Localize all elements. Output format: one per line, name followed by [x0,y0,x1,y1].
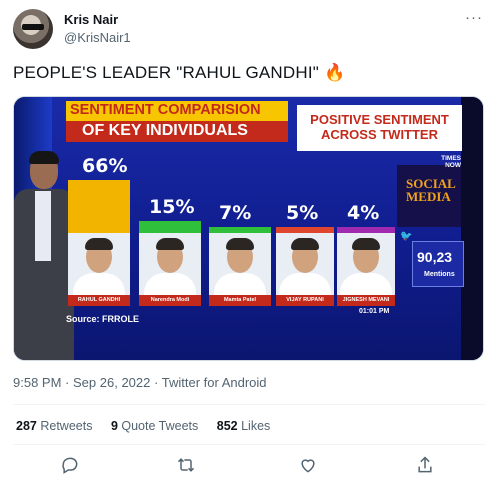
tweet-meta: 9:58 PM · Sep 26, 2022 · Twitter for And… [13,375,267,390]
sentiment-title-line1: SENTIMENT COMPARISION [66,101,288,121]
channel-logo: TIMES NOW [441,155,461,169]
candidate-rahul: RAHUL GANDHI [68,233,130,306]
portrait-mamta [209,233,271,295]
candidate-name: JIGNESH MEVANI [337,295,395,306]
percent-vijay: 5% [286,202,319,224]
candidate-name: Mamta Patel [209,295,271,306]
positive-title-line2: ACROSS TWITTER [321,127,438,142]
candidate-modi: Narendra Modi [139,233,201,306]
avatar[interactable] [13,9,53,49]
fire-emoji: 🔥 [323,63,346,82]
percent-jignesh: 4% [347,202,380,224]
tweet-header: Kris Nair @KrisNair1 ··· [13,9,485,51]
tweet-media-image[interactable]: SENTIMENT COMPARISION OF KEY INDIVIDUALS… [13,96,484,361]
author-name[interactable]: Kris Nair [64,12,118,27]
divider [13,444,485,445]
reply-icon[interactable] [60,455,84,479]
percent-mamta: 7% [219,202,252,224]
tweet-text: PEOPLE'S LEADER "RAHUL GANDHI" 🔥 [13,63,345,83]
mentions-label: Mentions [424,271,455,278]
candidate-mamta: Mamta Patel [209,233,271,306]
more-icon[interactable]: ··· [465,9,483,26]
share-icon[interactable] [415,455,439,479]
likes-stat[interactable]: 852 Likes [217,419,271,433]
tweet-client: Twitter for Android [161,375,267,390]
retweets-stat[interactable]: 287 Retweets [16,419,92,433]
candidate-vijay: VIJAY RUPANI [276,233,334,306]
source-label: Source: FRROLE [66,314,140,324]
candidate-jignesh: JIGNESH MEVANI [337,233,395,306]
broadcast-clock: 01:01 PM [359,308,390,315]
percent-rahul: 66% [82,155,128,177]
tweet-time[interactable]: 9:58 PM [13,375,61,390]
candidate-name: Narendra Modi [139,295,201,306]
author-handle[interactable]: @KrisNair1 [64,30,131,45]
sentiment-title-line2: OF KEY INDIVIDUALS [66,121,288,142]
bar-modi [139,221,201,233]
meta-separator: · [65,375,70,390]
divider [13,404,485,405]
mentions-value: 90,23 [417,249,453,265]
portrait-rahul [68,233,130,295]
positive-sentiment-title: POSITIVE SENTIMENT ACROSS TWITTER [297,105,462,151]
portrait-jignesh [337,233,395,295]
tweet-text-body: PEOPLE'S LEADER "RAHUL GANDHI" [13,63,319,82]
tweet-actions [13,455,485,483]
tweet-stats: 287 Retweets 9 Quote Tweets 852 Likes [16,419,285,433]
twitter-bird-icon: 🐦 [400,231,413,242]
sentiment-title: SENTIMENT COMPARISION OF KEY INDIVIDUALS [66,101,288,142]
percent-modi: 15% [149,196,195,218]
portrait-vijay [276,233,334,295]
candidate-name: RAHUL GANDHI [68,295,130,306]
tweet-date[interactable]: Sep 26, 2022 [73,375,150,390]
bar-rahul [68,180,130,233]
retweet-icon[interactable] [176,455,200,479]
candidate-name: VIJAY RUPANI [276,295,334,306]
meta-separator-2: · [154,375,159,390]
like-icon[interactable] [298,455,322,479]
social-media-word: SOCIAL MEDIA [406,177,456,204]
positive-title-line1: POSITIVE SENTIMENT [310,112,449,127]
portrait-modi [139,233,201,295]
quote-tweets-stat[interactable]: 9 Quote Tweets [111,419,198,433]
